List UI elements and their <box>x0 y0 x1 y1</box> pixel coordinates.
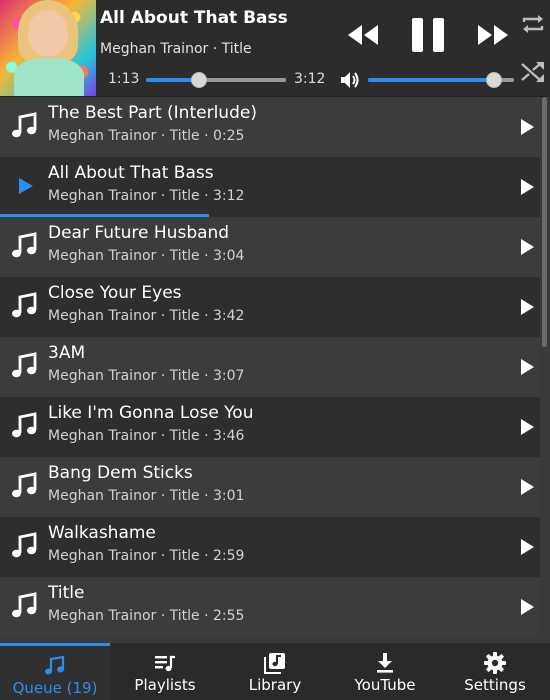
music-note-icon <box>12 532 37 558</box>
tab-library[interactable]: Library <box>220 643 330 700</box>
volume-slider[interactable] <box>368 72 514 88</box>
music-note-icon <box>45 655 65 675</box>
track-meta: Meghan Trainor · Title · 3:12 <box>48 188 245 204</box>
play-icon[interactable] <box>517 477 537 497</box>
rewind-icon <box>348 25 378 45</box>
tab-queue[interactable]: Queue (19) <box>0 643 110 700</box>
now-playing-icon <box>19 178 33 194</box>
track-meta: Meghan Trainor · Title · 0:25 <box>48 128 245 144</box>
track-title: All About That Bass <box>48 163 214 183</box>
track-meta: Meghan Trainor · Title · 2:59 <box>48 548 245 564</box>
music-note-icon <box>12 112 37 138</box>
pause-button[interactable] <box>410 16 446 54</box>
seek-handle[interactable] <box>191 72 208 88</box>
volume-handle[interactable] <box>485 72 502 88</box>
track-title: The Best Part (Interlude) <box>48 103 257 123</box>
queue-row[interactable]: Like I'm Gonna Lose You Meghan Trainor · … <box>0 397 540 457</box>
gear-icon <box>484 652 506 674</box>
track-meta: Meghan Trainor · Title · 3:42 <box>48 308 245 324</box>
now-playing-subtitle: Meghan Trainor · Title <box>100 41 252 57</box>
library-icon <box>264 653 285 674</box>
album-art-face <box>28 10 68 56</box>
track-title: Like I'm Gonna Lose You <box>48 403 254 423</box>
bottom-nav: Queue (19) Playlists Library YouTube Set… <box>0 643 550 700</box>
play-icon[interactable] <box>517 237 537 257</box>
tab-youtube[interactable]: YouTube <box>330 643 440 700</box>
play-icon[interactable] <box>517 597 537 617</box>
play-icon[interactable] <box>517 537 537 557</box>
play-icon[interactable] <box>517 417 537 437</box>
track-title: Close Your Eyes <box>48 283 182 303</box>
playlist-icon <box>155 655 175 672</box>
tab-youtube-label: YouTube <box>354 676 416 694</box>
track-meta: Meghan Trainor · Title · 3:07 <box>48 368 245 384</box>
shuffle-button[interactable] <box>520 59 546 85</box>
tab-playlists[interactable]: Playlists <box>110 643 220 700</box>
play-icon[interactable] <box>517 177 537 197</box>
play-icon[interactable] <box>517 297 537 317</box>
music-note-icon <box>12 352 37 378</box>
track-title: Walkashame <box>48 523 156 543</box>
music-note-icon <box>12 472 37 498</box>
queue-scrollbar[interactable] <box>542 97 547 347</box>
tab-library-label: Library <box>248 676 302 694</box>
shuffle-icon <box>521 62 544 82</box>
pause-icon <box>412 18 444 52</box>
track-meta: Meghan Trainor · Title · 2:55 <box>48 608 245 624</box>
volume-level-fill <box>368 78 494 82</box>
repeat-icon <box>522 15 544 33</box>
music-note-icon <box>12 232 37 258</box>
track-meta: Meghan Trainor · Title · 3:46 <box>48 428 245 444</box>
track-title: Title <box>48 583 85 603</box>
track-meta: Meghan Trainor · Title · 3:04 <box>48 248 245 264</box>
queue-row[interactable]: Walkashame Meghan Trainor · Title · 2:59 <box>0 517 540 577</box>
total-time: 3:12 <box>294 71 326 87</box>
track-meta: Meghan Trainor · Title · 3:01 <box>48 488 245 504</box>
queue-row[interactable]: All About That Bass Meghan Trainor · Titl… <box>0 157 540 217</box>
queue-row[interactable]: Dear Future Husband Meghan Trainor · Titl… <box>0 217 540 277</box>
music-note-icon <box>12 592 37 618</box>
seek-slider[interactable] <box>146 72 286 88</box>
next-button[interactable] <box>476 22 510 48</box>
queue-row[interactable]: 3AM Meghan Trainor · Title · 3:07 <box>0 337 540 397</box>
tab-settings-label: Settings <box>464 676 526 694</box>
music-note-icon <box>12 412 37 438</box>
queue-row[interactable]: Title Meghan Trainor · Title · 2:55 <box>0 577 540 637</box>
volume-icon <box>341 72 359 88</box>
now-playing-bar: All About That Bass Meghan Trainor · Tit… <box>0 0 550 97</box>
now-playing-title: All About That Bass <box>100 8 288 28</box>
tab-playlists-label: Playlists <box>134 676 196 694</box>
previous-button[interactable] <box>346 22 380 48</box>
track-title: 3AM <box>48 343 86 363</box>
play-icon[interactable] <box>517 117 537 137</box>
album-art-body <box>14 58 84 96</box>
volume-button[interactable] <box>339 70 361 90</box>
queue-row[interactable]: The Best Part (Interlude) Meghan Trainor … <box>0 97 540 157</box>
queue-row[interactable]: Close Your Eyes Meghan Trainor · Title · … <box>0 277 540 337</box>
current-time: 1:13 <box>108 71 140 87</box>
queue-list: The Best Part (Interlude) Meghan Trainor … <box>0 97 550 643</box>
play-icon[interactable] <box>517 357 537 377</box>
track-title: Bang Dem Sticks <box>48 463 193 483</box>
album-art[interactable] <box>0 0 96 96</box>
download-icon <box>377 653 393 673</box>
fast-forward-icon <box>478 25 508 45</box>
queue-row[interactable]: Bang Dem Sticks Meghan Trainor · Title · … <box>0 457 540 517</box>
tab-queue-label: Queue (19) <box>12 679 98 697</box>
tab-settings[interactable]: Settings <box>440 643 550 700</box>
repeat-button[interactable] <box>520 11 546 37</box>
music-note-icon <box>12 292 37 318</box>
track-title: Dear Future Husband <box>48 223 230 243</box>
